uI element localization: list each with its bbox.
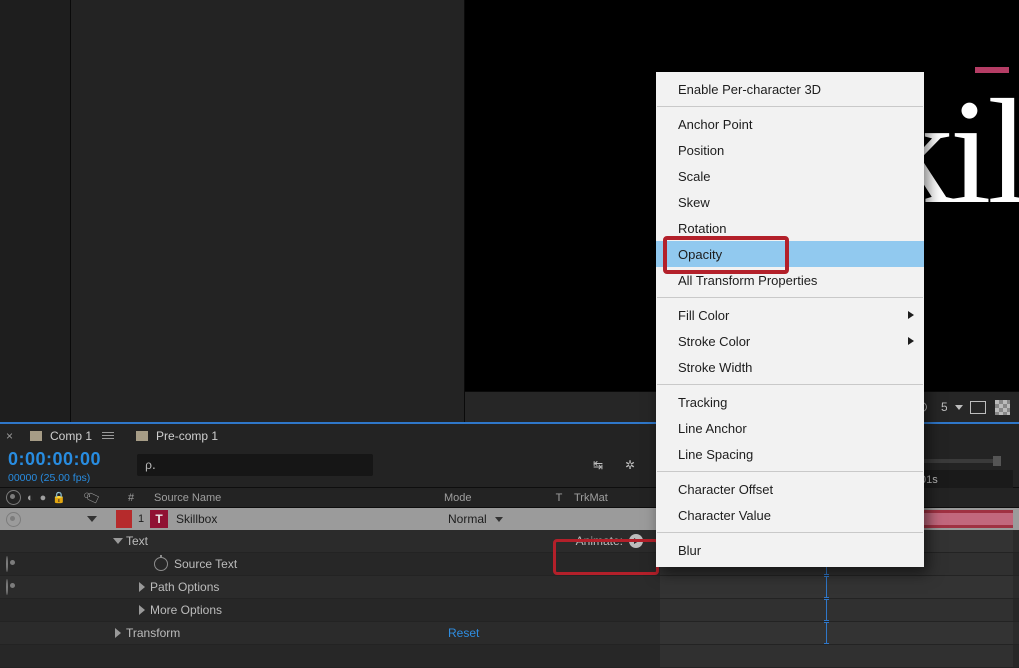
context-menu-item[interactable]: Line Anchor: [656, 415, 924, 441]
context-menu-item-label: Line Anchor: [678, 421, 747, 436]
twirl-toggle[interactable]: [139, 605, 145, 615]
property-group-transform[interactable]: Transform Reset: [0, 622, 1019, 645]
context-menu-item-label: Character Value: [678, 508, 771, 523]
context-menu-item[interactable]: Skew: [656, 189, 924, 215]
context-menu-item[interactable]: Character Offset: [656, 476, 924, 502]
animate-menu-button[interactable]: Animate:: [576, 534, 643, 548]
text-baseline-marker: [975, 67, 1009, 73]
text-layer-type-icon: T: [150, 510, 168, 528]
submenu-arrow-icon: [908, 337, 914, 345]
context-menu-item-label: Rotation: [678, 221, 726, 236]
context-menu-item[interactable]: Rotation: [656, 215, 924, 241]
play-circle-icon: [629, 534, 643, 548]
context-menu-separator: [657, 106, 923, 107]
context-menu-item-label: Skew: [678, 195, 710, 210]
animate-context-menu: Enable Per-character 3D Anchor Point Posit…: [656, 72, 924, 567]
chevron-down-icon[interactable]: [955, 405, 963, 410]
tab-menu-icon[interactable]: [102, 432, 114, 439]
property-group-more-options[interactable]: More Options: [0, 599, 1019, 622]
timecode-meta: 00000 (25.00 fps): [8, 472, 90, 484]
context-menu-item[interactable]: Enable Per-character 3D: [656, 76, 924, 102]
context-menu-item-label: Opacity: [678, 247, 722, 262]
t-column-header: T: [544, 492, 574, 504]
project-panel-strip: [0, 0, 71, 422]
context-menu-item-label: All Transform Properties: [678, 273, 817, 288]
context-menu-separator: [657, 471, 923, 472]
context-menu-item[interactable]: Scale: [656, 163, 924, 189]
context-menu-item-label: Fill Color: [678, 308, 729, 323]
empty-row: [0, 645, 1019, 668]
video-column-icon[interactable]: [6, 490, 21, 505]
index-column-header: #: [128, 492, 154, 504]
context-menu-item[interactable]: Stroke Color: [656, 328, 924, 354]
region-icon[interactable]: [969, 400, 987, 414]
secondary-panel: [71, 0, 465, 422]
audio-column-icon[interactable]: ◐: [27, 492, 34, 504]
context-menu-item[interactable]: Position: [656, 137, 924, 163]
timeline-search-input[interactable]: ρ․: [137, 454, 373, 476]
layer-index: 1: [132, 513, 150, 525]
shy-toggle-icon[interactable]: ↹: [589, 456, 607, 474]
solo-column-icon[interactable]: ●: [40, 492, 47, 504]
composition-icon: [136, 431, 148, 441]
context-menu-item[interactable]: Fill Color: [656, 302, 924, 328]
layer-color-label[interactable]: [116, 510, 132, 528]
chevron-down-icon: [495, 517, 503, 522]
transparency-grid-icon[interactable]: [993, 400, 1011, 414]
source-name-column-header[interactable]: Source Name: [154, 492, 444, 504]
submenu-arrow-icon: [908, 311, 914, 319]
context-menu-item-label: Line Spacing: [678, 447, 753, 462]
tab-label: Pre-comp 1: [156, 429, 218, 443]
visibility-toggle[interactable]: [6, 556, 8, 572]
context-menu-item-label: Tracking: [678, 395, 727, 410]
context-menu-item-label: Enable Per-character 3D: [678, 82, 821, 97]
context-menu-item-label: Stroke Width: [678, 360, 752, 375]
work-area-end-handle[interactable]: [993, 456, 1001, 466]
lock-column-icon[interactable]: 🔒: [52, 491, 66, 504]
context-menu-separator: [657, 384, 923, 385]
layer-twirl-toggle[interactable]: [87, 516, 97, 522]
context-menu-item[interactable]: Tracking: [656, 389, 924, 415]
close-tab-button[interactable]: ×: [6, 429, 13, 443]
context-menu-item-label: Stroke Color: [678, 334, 750, 349]
composition-icon: [30, 431, 42, 441]
stopwatch-icon[interactable]: [154, 557, 168, 571]
context-menu-separator: [657, 532, 923, 533]
layer-name[interactable]: Skillbox: [176, 512, 217, 526]
twirl-toggle[interactable]: [139, 582, 145, 592]
blend-mode-select[interactable]: Normal: [448, 512, 503, 526]
current-timecode[interactable]: 0:00:00:00: [8, 449, 101, 470]
visibility-toggle[interactable]: [6, 579, 8, 595]
context-menu-item-label: Anchor Point: [678, 117, 752, 132]
tab-comp-1[interactable]: Comp 1: [22, 425, 122, 447]
label-column-icon[interactable]: 🏷: [82, 487, 103, 508]
draft-3d-icon[interactable]: ✲: [621, 456, 639, 474]
context-menu-item[interactable]: Line Spacing: [656, 441, 924, 467]
tab-pre-comp-1[interactable]: Pre-comp 1: [128, 425, 226, 447]
context-menu-item[interactable]: Anchor Point: [656, 111, 924, 137]
twirl-toggle[interactable]: [115, 628, 121, 638]
context-menu-item[interactable]: Character Value: [656, 502, 924, 528]
context-menu-item[interactable]: Blur: [656, 537, 924, 563]
trkmat-column-header[interactable]: TrkMat: [574, 492, 644, 504]
mode-column-header[interactable]: Mode: [444, 492, 544, 504]
context-menu-separator: [657, 297, 923, 298]
tab-label: Comp 1: [50, 429, 92, 443]
context-menu-item[interactable]: Stroke Width: [656, 354, 924, 380]
transform-reset-link[interactable]: Reset: [448, 626, 479, 640]
context-menu-item[interactable]: Opacity: [656, 241, 924, 267]
property-group-path-options[interactable]: Path Options: [0, 576, 1019, 599]
context-menu-item-label: Blur: [678, 543, 701, 558]
context-menu-item-label: Position: [678, 143, 724, 158]
context-menu-item-label: Character Offset: [678, 482, 773, 497]
context-menu-item[interactable]: All Transform Properties: [656, 267, 924, 293]
visibility-toggle[interactable]: [6, 512, 21, 527]
context-menu-item-label: Scale: [678, 169, 711, 184]
twirl-toggle[interactable]: [113, 538, 123, 544]
